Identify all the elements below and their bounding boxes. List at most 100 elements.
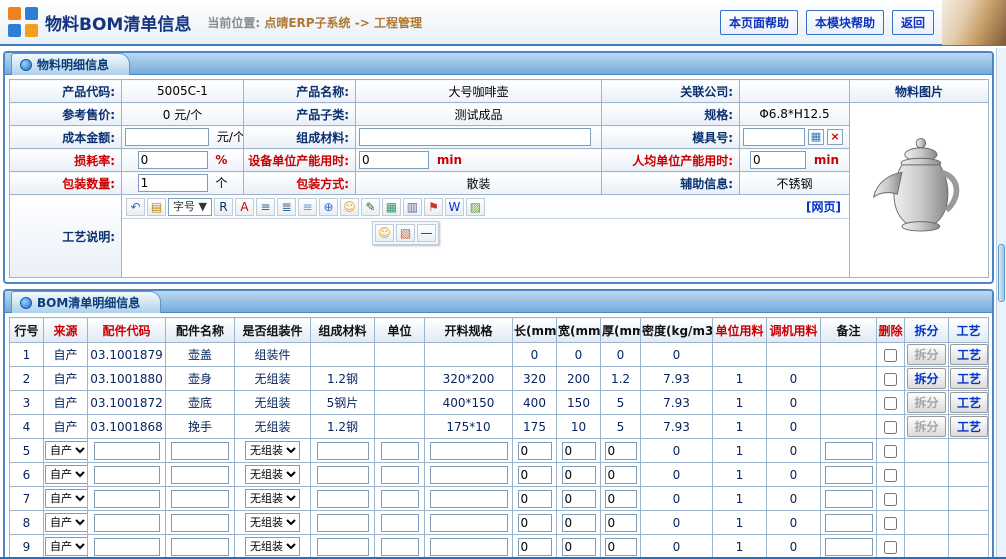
font-color-icon[interactable]: A — [235, 198, 254, 216]
material-comp-input[interactable] — [359, 128, 591, 146]
source-select[interactable]: 自产 — [45, 513, 88, 532]
material-input[interactable] — [317, 466, 369, 484]
mold-browse-icon[interactable]: ▦ — [808, 129, 824, 145]
width-input[interactable] — [562, 442, 596, 460]
unit-input[interactable] — [381, 466, 419, 484]
code-input[interactable] — [94, 490, 160, 508]
unit-input[interactable] — [381, 490, 419, 508]
delete-checkbox[interactable] — [884, 493, 897, 506]
delete-checkbox[interactable] — [884, 445, 897, 458]
craft-button[interactable]: 工艺 — [950, 392, 988, 413]
name-input[interactable] — [171, 442, 229, 460]
labor-time-input[interactable] — [750, 151, 806, 169]
assembly-select[interactable]: 无组装 — [245, 465, 300, 484]
paste-icon[interactable]: ▤ — [147, 198, 166, 216]
loss-rate-input[interactable] — [138, 151, 208, 169]
width-input[interactable] — [562, 514, 596, 532]
delete-checkbox[interactable] — [884, 373, 897, 386]
editor-content[interactable] — [122, 245, 849, 277]
vertical-scrollbar[interactable] — [996, 48, 1006, 557]
assembly-select[interactable]: 无组装 — [245, 441, 300, 460]
source-select[interactable]: 自产 — [45, 441, 88, 460]
name-input[interactable] — [171, 538, 229, 556]
unit-input[interactable] — [381, 514, 419, 532]
flag-icon[interactable]: ⚑ — [424, 198, 443, 216]
remark-input[interactable] — [825, 490, 873, 508]
thickness-input[interactable] — [605, 490, 637, 508]
code-input[interactable] — [94, 466, 160, 484]
spec-input[interactable] — [430, 490, 508, 508]
remark-input[interactable] — [825, 466, 873, 484]
craft-button[interactable]: 工艺 — [950, 344, 988, 365]
header-button-1[interactable]: 本页面帮助 — [720, 10, 798, 35]
remark-input[interactable] — [825, 538, 873, 556]
word-icon[interactable]: W — [445, 198, 464, 216]
code-input[interactable] — [94, 442, 160, 460]
delete-checkbox[interactable] — [884, 469, 897, 482]
width-input[interactable] — [562, 538, 596, 556]
assembly-select[interactable]: 无组装 — [245, 513, 300, 532]
unit-input[interactable] — [381, 442, 419, 460]
craft-button[interactable]: 工艺 — [950, 416, 988, 437]
pack-qty-input[interactable] — [138, 174, 208, 192]
source-select[interactable]: 自产 — [45, 465, 88, 484]
header-button-3[interactable]: 返回 — [892, 10, 934, 35]
align-left-icon[interactable]: ≡ — [256, 198, 275, 216]
remark-input[interactable] — [825, 514, 873, 532]
font-size-select[interactable]: 字号 ▼ — [168, 198, 212, 216]
photo-icon[interactable]: ▨ — [466, 198, 485, 216]
smiley-icon[interactable]: ☺ — [340, 198, 359, 216]
header-button-2[interactable]: 本模块帮助 — [806, 10, 884, 35]
spec-input[interactable] — [430, 466, 508, 484]
save-icon[interactable]: ▥ — [403, 198, 422, 216]
material-input[interactable] — [317, 514, 369, 532]
device-time-input[interactable] — [359, 151, 429, 169]
delete-checkbox[interactable] — [884, 421, 897, 434]
width-input[interactable] — [562, 490, 596, 508]
scrollbar-thumb[interactable] — [998, 244, 1005, 302]
cost-input[interactable] — [125, 128, 209, 146]
thickness-input[interactable] — [605, 514, 637, 532]
webpage-link[interactable]: [网页] — [806, 198, 845, 215]
code-input[interactable] — [94, 514, 160, 532]
craft-button[interactable]: 工艺 — [950, 368, 988, 389]
material-input[interactable] — [317, 490, 369, 508]
name-input[interactable] — [171, 466, 229, 484]
thickness-input[interactable] — [605, 442, 637, 460]
mold-no-input[interactable] — [743, 128, 805, 146]
length-input[interactable] — [518, 538, 552, 556]
insert-image-icon[interactable]: ▦ — [382, 198, 401, 216]
assembly-select[interactable]: 无组装 — [245, 489, 300, 508]
delete-checkbox[interactable] — [884, 541, 897, 554]
width-input[interactable] — [562, 466, 596, 484]
length-input[interactable] — [518, 514, 552, 532]
numbered-list-icon[interactable]: ≣ — [277, 198, 296, 216]
link-icon[interactable]: ⊕ — [319, 198, 338, 216]
name-input[interactable] — [171, 514, 229, 532]
material-input[interactable] — [317, 442, 369, 460]
split-button[interactable]: 拆分 — [907, 368, 945, 389]
thickness-input[interactable] — [605, 466, 637, 484]
assembly-select[interactable]: 无组装 — [245, 537, 300, 556]
photo2-icon[interactable]: ▧ — [396, 224, 415, 242]
length-input[interactable] — [518, 466, 552, 484]
spec-input[interactable] — [430, 514, 508, 532]
name-input[interactable] — [171, 490, 229, 508]
edit-page-icon[interactable]: ✎ — [361, 198, 380, 216]
material-input[interactable] — [317, 538, 369, 556]
remark-input[interactable] — [825, 442, 873, 460]
source-select[interactable]: 自产 — [45, 489, 88, 508]
thickness-input[interactable] — [605, 538, 637, 556]
code-input[interactable] — [94, 538, 160, 556]
length-input[interactable] — [518, 490, 552, 508]
hr-icon[interactable]: — — [417, 224, 436, 242]
delete-checkbox[interactable] — [884, 517, 897, 530]
mold-clear-icon[interactable]: × — [827, 129, 843, 145]
spec-input[interactable] — [430, 442, 508, 460]
spec-input[interactable] — [430, 538, 508, 556]
delete-checkbox[interactable] — [884, 349, 897, 362]
unit-input[interactable] — [381, 538, 419, 556]
delete-checkbox[interactable] — [884, 397, 897, 410]
indent-icon[interactable]: ≡ — [298, 198, 317, 216]
undo-icon[interactable]: ↶ — [126, 198, 145, 216]
